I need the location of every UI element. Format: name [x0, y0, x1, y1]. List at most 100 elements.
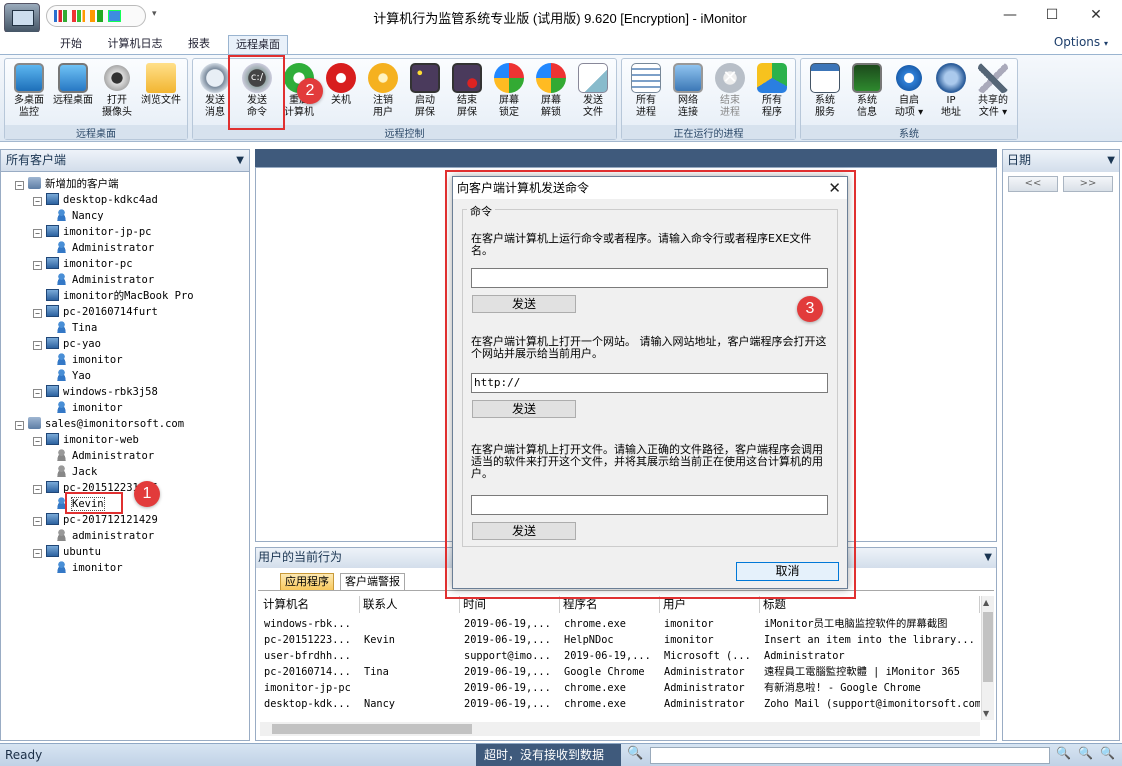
open-camera-button[interactable]: 打开 摄像头 — [97, 63, 137, 119]
zoom-in-icon[interactable]: 🔍 — [1056, 746, 1071, 760]
all-programs-button[interactable]: 所有 程序 — [752, 63, 792, 119]
tree-node[interactable]: Nancy — [55, 208, 104, 224]
monitor-icon[interactable] — [108, 10, 121, 22]
remote-desktop-button[interactable]: 远程桌面 — [53, 63, 93, 107]
collapse-toggle-icon[interactable]: − — [33, 341, 42, 350]
vertical-scrollbar[interactable]: ▲ ▼ — [981, 596, 994, 720]
client-tree-header[interactable]: 所有客户端 ▼ — [1, 150, 249, 172]
tab-applications[interactable]: 应用程序 — [280, 573, 334, 590]
tab-computer-log[interactable]: 计算机日志 — [104, 35, 166, 54]
tab-reports[interactable]: 报表 — [178, 35, 220, 54]
collapse-toggle-icon[interactable]: − — [33, 229, 42, 238]
table-cell — [360, 648, 460, 664]
tree-node[interactable]: imonitor的MacBook Pro — [33, 288, 194, 304]
minimize-button[interactable]: — — [990, 2, 1030, 28]
collapse-toggle-icon[interactable]: − — [33, 261, 42, 270]
stop-screensaver-button[interactable]: 结束 屏保 — [447, 63, 487, 119]
activity-grid: 计算机名 联系人 时间 程序名 用户 标题 windows-rbk... 2019-06-19… — [260, 596, 980, 726]
shared-files-button[interactable]: 共享的 文件 ▾ — [973, 63, 1013, 119]
collapse-toggle-icon[interactable]: − — [15, 421, 24, 430]
horizontal-scrollbar[interactable] — [260, 722, 980, 736]
end-process-button[interactable]: ✕ 结束 进程 — [710, 63, 750, 119]
send-file-button[interactable]: 发送 文件 — [573, 63, 613, 119]
multi-desktop-monitor-button[interactable]: 多桌面 监控 — [9, 63, 49, 119]
collapse-toggle-icon[interactable]: − — [33, 485, 42, 494]
tab-remote-desktop[interactable]: 远程桌面 — [228, 35, 288, 54]
quick-access-toolbar — [46, 5, 146, 27]
collapse-toggle-icon[interactable]: − — [33, 389, 42, 398]
collapse-toggle-icon[interactable]: − — [33, 517, 42, 526]
collapse-toggle-icon[interactable]: − — [33, 549, 42, 558]
system-info-button[interactable]: 系统 信息 — [847, 63, 887, 119]
table-cell: windows-rbk... — [264, 618, 351, 630]
tree-node[interactable]: − imonitor-web — [33, 432, 139, 448]
tree-node[interactable]: − imonitor-jp-pc — [33, 224, 152, 240]
tree-node[interactable]: − ubuntu — [33, 544, 101, 560]
zoom-out-icon[interactable]: 🔍 — [1078, 746, 1093, 760]
table-row[interactable]: pc-20160714... Tina 2019-06-19,... Google C… — [260, 664, 980, 680]
next-date-button[interactable]: >> — [1063, 176, 1113, 192]
tab-start[interactable]: 开始 — [50, 35, 92, 54]
tree-node[interactable]: − pc-201712121429 — [33, 512, 158, 528]
close-window-button[interactable]: ✕ — [1076, 2, 1116, 28]
browse-files-button[interactable]: 浏览文件 — [141, 63, 181, 107]
startup-items-button[interactable]: 自启 动项 ▾ — [889, 63, 929, 119]
tree-node[interactable]: administrator — [55, 528, 154, 544]
table-cell: iMonitor员工电脑监控软件的屏幕截图 — [764, 618, 948, 630]
tree-node[interactable]: − sales@imonitorsoft.com — [15, 416, 184, 432]
hscroll-thumb[interactable] — [272, 724, 472, 734]
scroll-thumb[interactable] — [983, 612, 993, 682]
tree-node[interactable]: Administrator — [55, 240, 154, 256]
table-row[interactable]: windows-rbk... 2019-06-19,... chrome.exe im… — [260, 616, 980, 632]
tree-node[interactable]: Yao — [55, 368, 91, 384]
tree-node[interactable]: Administrator — [55, 448, 154, 464]
logoff-user-button[interactable]: 注销 用户 — [363, 63, 403, 119]
options-menu[interactable]: Options ▾ — [1054, 35, 1108, 49]
collapse-toggle-icon[interactable]: − — [33, 437, 42, 446]
tree-node[interactable]: − pc-yao — [33, 336, 101, 352]
chart-icon[interactable] — [54, 10, 67, 22]
status-search-input[interactable] — [650, 747, 1050, 764]
network-connections-button[interactable]: 网络 连接 — [668, 63, 708, 119]
report-icon[interactable] — [90, 10, 103, 22]
quick-access-dropdown-icon[interactable]: ▾ — [152, 9, 157, 19]
status-bar: Ready 超时，没有接收到数据 🔍 🔍 🔍 🔍 — [0, 743, 1122, 766]
scroll-down-icon[interactable]: ▼ — [983, 709, 989, 718]
tree-node[interactable]: Tina — [55, 320, 97, 336]
ip-address-button[interactable]: IP 地址 — [931, 63, 971, 119]
shutdown-button[interactable]: 关机 — [321, 63, 361, 107]
collapse-toggle-icon[interactable]: − — [33, 197, 42, 206]
tree-node[interactable]: Administrator — [55, 272, 154, 288]
tab-client-alerts[interactable]: 客户端警报 — [340, 573, 405, 590]
unlock-screen-button[interactable]: 屏幕 解锁 — [531, 63, 571, 119]
column-header[interactable]: 计算机名 — [260, 596, 360, 613]
zoom-reset-icon[interactable]: 🔍 — [1100, 746, 1115, 760]
tree-node[interactable]: − 新增加的客户端 — [15, 176, 119, 192]
bar-chart-icon[interactable] — [72, 10, 85, 22]
search-icon[interactable]: 🔍 — [627, 746, 643, 761]
tree-node[interactable]: imonitor — [55, 352, 123, 368]
tree-node[interactable]: − imonitor-pc — [33, 256, 133, 272]
start-screensaver-button[interactable]: 启动 屏保 — [405, 63, 445, 119]
previous-date-button[interactable]: << — [1008, 176, 1058, 192]
table-row[interactable]: user-bfrdhh... support@imo... 2019-06-19,.… — [260, 648, 980, 664]
table-row[interactable]: imonitor-jp-pc 2019-06-19,... chrome.exe Ad… — [260, 680, 980, 696]
maximize-button[interactable]: ☐ — [1032, 2, 1072, 28]
all-processes-button[interactable]: 所有 进程 — [626, 63, 666, 119]
tree-node[interactable]: − pc-20160714furt — [33, 304, 158, 320]
tree-node[interactable]: imonitor — [55, 560, 123, 576]
table-row[interactable]: pc-20151223... Kevin 2019-06-19,... HelpNDo… — [260, 632, 980, 648]
table-row[interactable]: desktop-kdk... Nancy 2019-06-19,... chrome.… — [260, 696, 980, 712]
tree-node[interactable]: imonitor — [55, 400, 123, 416]
lock-screen-button[interactable]: 屏幕 锁定 — [489, 63, 529, 119]
app-logo-icon[interactable] — [4, 3, 40, 33]
tree-node[interactable]: − desktop-kdkc4ad — [33, 192, 158, 208]
scroll-up-icon[interactable]: ▲ — [983, 598, 989, 607]
tree-node[interactable]: − windows-rbk3j58 — [33, 384, 158, 400]
tree-node-label: pc-yao — [63, 338, 101, 350]
system-services-button[interactable]: 系统 服务 — [805, 63, 845, 119]
collapse-toggle-icon[interactable]: − — [15, 181, 24, 190]
tree-node[interactable]: Jack — [55, 464, 97, 480]
collapse-toggle-icon[interactable]: − — [33, 309, 42, 318]
date-panel-header[interactable]: 日期 ▼ — [1003, 150, 1119, 172]
